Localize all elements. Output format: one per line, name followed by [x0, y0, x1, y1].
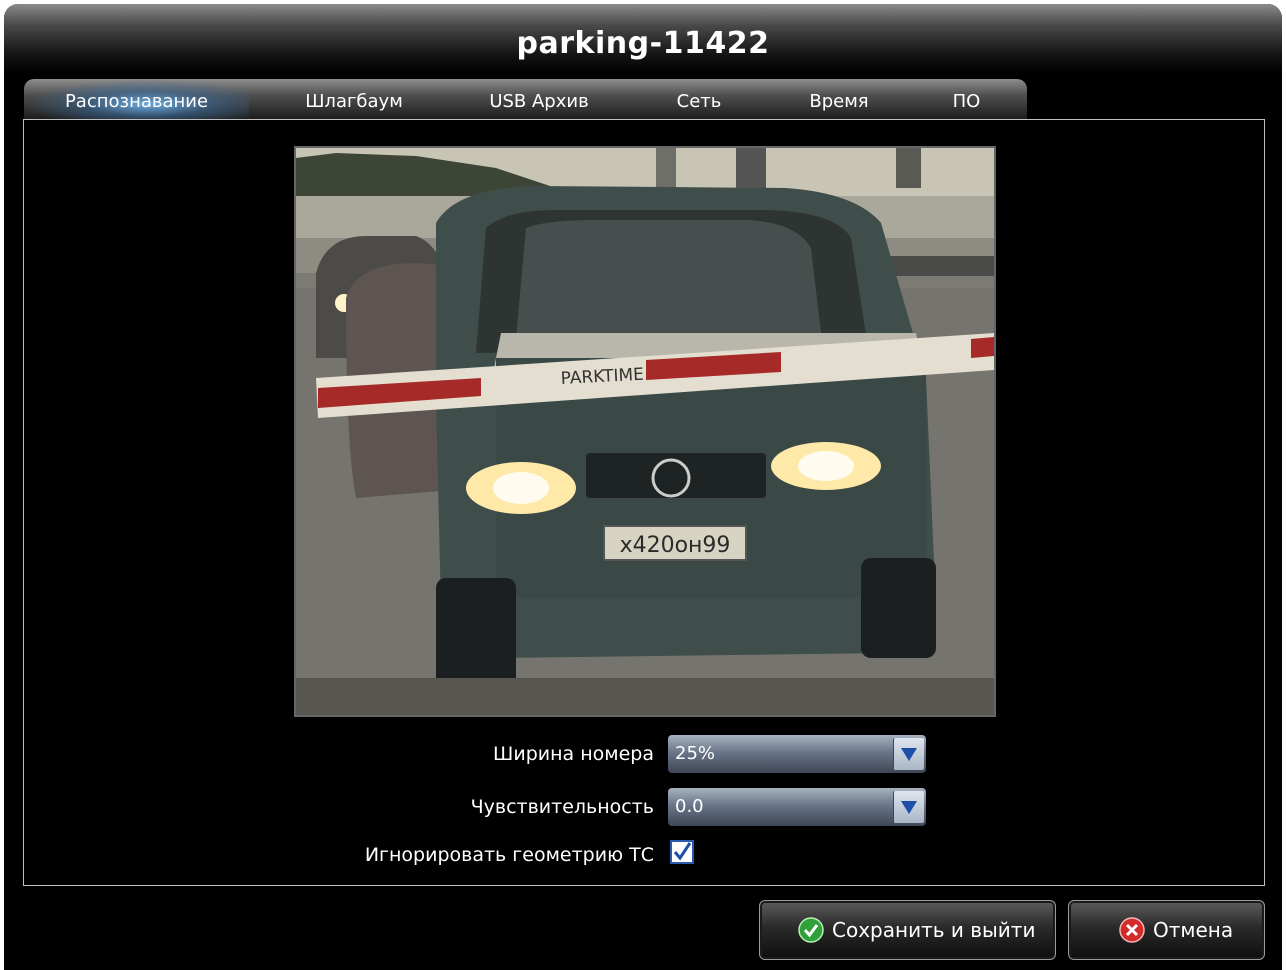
plate-width-value: 25%: [675, 743, 716, 764]
camera-preview: х420он99 PARKTIME: [294, 146, 996, 717]
window-title: parking-11422: [516, 26, 770, 61]
tab-usb-archive[interactable]: USB Архив: [464, 79, 614, 121]
ignore-geometry-checkbox[interactable]: [670, 840, 694, 864]
check-circle-icon: [798, 917, 824, 943]
plate-width-label: Ширина номера: [493, 743, 654, 765]
ignore-geometry-label: Игнорировать геометрию ТС: [364, 844, 654, 866]
save-and-exit-button[interactable]: Сохранить и выйти: [759, 900, 1056, 960]
sensitivity-value: 0.0: [675, 796, 704, 817]
settings-window: parking-11422 Распознавание Шлагбаум USB…: [4, 4, 1282, 970]
cancel-circle-icon: [1119, 917, 1145, 943]
cancel-button[interactable]: Отмена: [1068, 900, 1265, 960]
tab-bar: Распознавание Шлагбаум USB Архив Сеть Вр…: [24, 79, 1027, 121]
chevron-down-icon: [901, 748, 917, 761]
tab-barrier[interactable]: Шлагбаум: [279, 79, 429, 121]
recognition-panel: х420он99 PARKTIME Ширина номера 25% Чувс…: [23, 119, 1265, 886]
tab-software[interactable]: ПО: [929, 79, 1004, 121]
plate-width-dropdown[interactable]: 25%: [668, 735, 926, 773]
save-and-exit-label: Сохранить и выйти: [832, 918, 1036, 942]
plate-width-dropdown-button[interactable]: [893, 738, 924, 770]
camera-frame-image: х420он99 PARKTIME: [296, 148, 994, 715]
sensitivity-dropdown-button[interactable]: [893, 791, 924, 823]
tab-time[interactable]: Время: [784, 79, 894, 121]
title-bar: parking-11422: [4, 4, 1282, 74]
chevron-down-icon: [901, 801, 917, 814]
cancel-label: Отмена: [1153, 918, 1234, 942]
tab-recognition[interactable]: Распознавание: [24, 79, 249, 121]
sensitivity-label: Чувствительность: [470, 796, 654, 818]
sensitivity-dropdown[interactable]: 0.0: [668, 788, 926, 826]
plate-number-text: х420он99: [620, 533, 731, 558]
checkmark-icon: [673, 842, 692, 861]
tab-network[interactable]: Сеть: [649, 79, 749, 121]
